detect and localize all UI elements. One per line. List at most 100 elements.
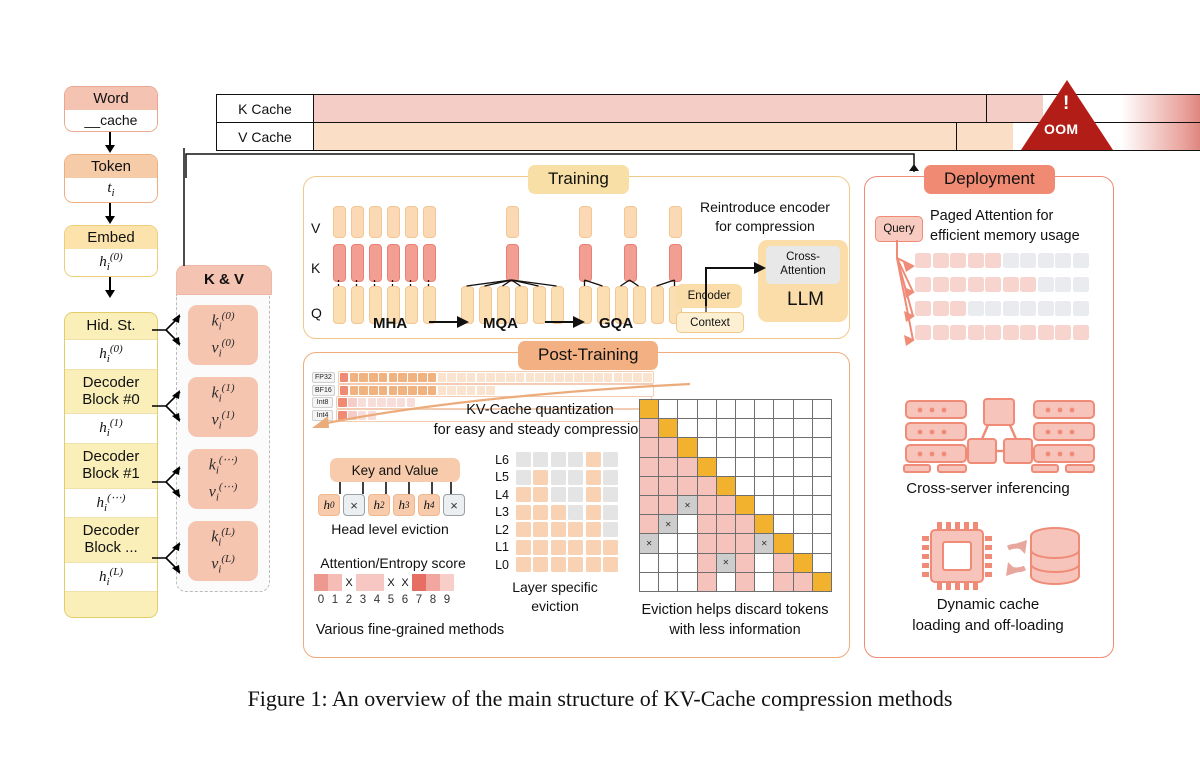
- matrix-cell-evicted: ✕: [755, 534, 775, 554]
- page-block-used: [932, 301, 949, 316]
- layer-row: L6: [487, 452, 627, 467]
- encoder-to-cross-attention-arrow: [705, 262, 766, 312]
- k-head-bar: [624, 244, 637, 282]
- kv-cell: ki(0) vi(0): [188, 305, 258, 365]
- layer-cell-evicted: [550, 452, 566, 467]
- matrix-cell-empty: [793, 476, 813, 496]
- matrix-cell-empty: [697, 438, 717, 458]
- page-block-used: [967, 325, 984, 340]
- layer-row: L0: [487, 557, 627, 572]
- layer-cell-evicted: [568, 504, 583, 520]
- matrix-cell-empty: [735, 438, 756, 458]
- matrix-cell-empty: [812, 515, 832, 535]
- layer-cell-kept: [533, 522, 548, 537]
- score-cell: [356, 574, 370, 591]
- post-training-panel-title: Post-Training: [518, 341, 659, 370]
- page-block-used: [915, 253, 931, 268]
- matrix-cell-attended: [716, 534, 736, 554]
- v-head-bar: [351, 206, 364, 238]
- training-panel-title: Training: [528, 165, 629, 194]
- matrix-cell-empty: [774, 515, 794, 535]
- kv-cell: ki(L) vi(L): [188, 521, 258, 581]
- score-cell: [440, 574, 454, 591]
- page-block-free: [1037, 277, 1054, 292]
- k-head-bar: [405, 244, 418, 282]
- layer-cell-evicted: [603, 469, 618, 485]
- matrix-cell-empty: [678, 534, 698, 554]
- page-block-used: [985, 253, 1001, 268]
- oom-label: OOM: [1044, 121, 1079, 137]
- matrix-cell-attended: [640, 438, 660, 458]
- kv-column-body: ki(0) vi(0) ki(1) vi(1) ki(⋯) vi(⋯) ki(L…: [176, 295, 270, 592]
- layer-label: L3: [495, 505, 509, 519]
- page-block-used: [1002, 325, 1019, 340]
- score-index: 1: [331, 594, 339, 606]
- matrix-cell-empty: [812, 495, 832, 516]
- layer-cell-evicted: [515, 452, 531, 467]
- layer-cell-kept: [533, 487, 548, 502]
- matrix-cell-empty: [735, 476, 756, 496]
- head-evicted: ×: [443, 494, 465, 516]
- v-cache-extra: [957, 123, 1014, 150]
- matrix-cell-attended: [640, 495, 660, 516]
- matrix-cell-empty: [793, 495, 813, 516]
- v-head-bar: [624, 206, 637, 238]
- layer-cell-kept: [585, 452, 601, 467]
- page-block-free: [1072, 301, 1089, 316]
- v-head-bar: [506, 206, 519, 238]
- matrix-cell-empty: [659, 553, 679, 573]
- head-cell: h2: [368, 494, 390, 516]
- matrix-cell-current: [659, 419, 679, 439]
- v-cache-overflow-gradient: [1121, 123, 1200, 150]
- layer-cell-kept: [515, 539, 531, 555]
- token-node-title: Token: [65, 155, 157, 178]
- hidden-to-kv-arrows: [152, 314, 181, 574]
- row-label-k: K: [311, 260, 321, 276]
- layer-eviction-caption: Layer specific eviction: [512, 579, 598, 614]
- key-and-value-box: Key and Value: [330, 458, 460, 482]
- layer-cell-evicted: [603, 522, 618, 537]
- eviction-matrix: ✕ ✕ ✕ ✕ ✕: [639, 399, 832, 592]
- variant-name-mqa: MQA: [483, 315, 518, 332]
- matrix-cell-empty: [716, 438, 736, 458]
- k-head-bar: [423, 244, 436, 282]
- layer-cell-evicted: [603, 504, 618, 520]
- layer-label: L1: [495, 540, 509, 554]
- matrix-cell-empty: [812, 457, 832, 477]
- layer-cell-kept: [550, 539, 566, 555]
- layer-cell-evicted: [568, 452, 583, 467]
- matrix-cell-empty: [793, 457, 813, 477]
- score-index: 9: [443, 594, 451, 606]
- page-block-used: [1037, 325, 1054, 340]
- dynamic-cache-icon: [922, 522, 1080, 590]
- matrix-cell-empty: [735, 419, 756, 439]
- page-block-used: [985, 277, 1001, 292]
- score-cell: [412, 574, 426, 591]
- k-head-bar: [333, 244, 346, 282]
- matrix-cell-current: [678, 438, 698, 458]
- layer-cell-kept: [550, 504, 566, 520]
- q-head-bar: [351, 286, 364, 324]
- matrix-cell-empty: [755, 495, 775, 516]
- matrix-cell-empty: [678, 400, 698, 420]
- score-index: 5: [387, 594, 395, 606]
- stack-hidden-dots: hi(⋯): [65, 487, 157, 519]
- matrix-cell-empty: [793, 438, 813, 458]
- matrix-cell-attended: [697, 515, 717, 535]
- matrix-cell-attended: [640, 457, 660, 477]
- layer-row: L5: [487, 469, 627, 485]
- head-cell: h4: [418, 494, 440, 516]
- fine-grained-caption: Various fine-grained methods: [315, 622, 505, 638]
- matrix-cell-empty: [659, 572, 679, 592]
- layer-cell-kept: [533, 469, 548, 485]
- page-block-used: [950, 301, 966, 316]
- matrix-cell-attended: [659, 457, 679, 477]
- cross-attention-box: Cross- Attention: [766, 246, 840, 284]
- stack-tail: [65, 592, 157, 618]
- page-block-used: [915, 325, 931, 340]
- page-block-used: [950, 253, 966, 268]
- row-label-v: V: [311, 220, 321, 236]
- score-cell: [426, 574, 440, 591]
- matrix-cell-attended: [735, 572, 756, 592]
- matrix-cell-empty: [716, 400, 736, 420]
